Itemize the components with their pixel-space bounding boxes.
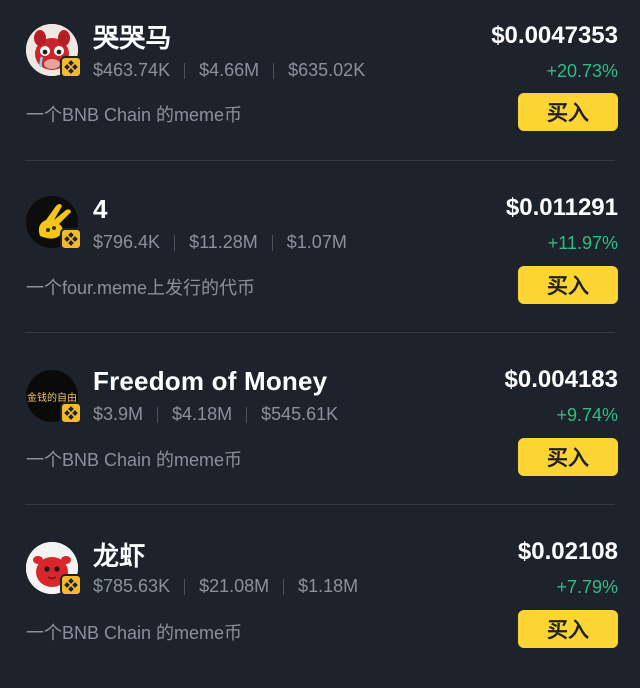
stat-value: $545.61K xyxy=(261,404,339,424)
stat-value: $635.02K xyxy=(288,60,366,80)
token-name: 龙虾 xyxy=(93,541,146,571)
stat-value: $796.4K xyxy=(93,232,161,252)
stat-value: $1.07M xyxy=(286,232,347,252)
token-price: $0.011291 xyxy=(505,194,618,221)
stat-divider xyxy=(271,234,273,251)
row-divider xyxy=(25,160,615,161)
token-stats: $463.74K $4.66M $635.02K xyxy=(93,60,365,81)
token-row[interactable]: 龙虾 $785.63K $21.08M $1.18M 一个BNB Chain 的… xyxy=(0,516,640,688)
buy-button[interactable]: 买入 xyxy=(518,93,618,131)
token-price: $0.004183 xyxy=(504,366,618,393)
price-change: +11.97% xyxy=(547,233,618,253)
price-change: +7.79% xyxy=(556,577,618,597)
row-divider xyxy=(25,332,615,333)
row-divider xyxy=(25,504,615,505)
stat-value: $4.18M xyxy=(172,404,233,424)
token-price: $0.02108 xyxy=(517,538,618,565)
token-description: 一个four.meme上发行的代币 xyxy=(26,278,256,298)
stat-divider xyxy=(246,406,248,423)
stat-value: $3.9M xyxy=(93,404,144,424)
token-list: 哭哭马 $463.74K $4.66M $635.02K 一个BNB Chain… xyxy=(0,0,640,680)
buy-button[interactable]: 买入 xyxy=(518,610,618,648)
stat-value: $21.08M xyxy=(199,576,270,596)
token-stats: $785.63K $21.08M $1.18M xyxy=(93,576,358,597)
price-change: +9.74% xyxy=(556,405,618,425)
stat-value: $463.74K xyxy=(93,60,171,80)
stat-divider xyxy=(174,234,176,251)
stat-value: $11.28M xyxy=(189,232,258,252)
token-stats: $3.9M $4.18M $545.61K xyxy=(93,404,338,425)
token-row[interactable]: 4 $796.4K $11.28M $1.07M 一个four.meme上发行的… xyxy=(0,172,640,344)
stat-divider xyxy=(157,406,159,423)
token-row[interactable]: 哭哭马 $463.74K $4.66M $635.02K 一个BNB Chain… xyxy=(0,0,640,172)
token-description: 一个BNB Chain 的meme币 xyxy=(26,105,243,125)
buy-button[interactable]: 买入 xyxy=(518,266,618,304)
token-price: $0.0047353 xyxy=(491,22,618,49)
stat-divider xyxy=(184,578,186,595)
bnb-chain-badge-icon xyxy=(60,228,82,250)
bnb-chain-badge-icon xyxy=(60,574,82,596)
token-stats: $796.4K $11.28M $1.07M xyxy=(93,232,347,253)
stat-value: $1.18M xyxy=(298,576,359,596)
token-name: Freedom of Money xyxy=(93,366,328,396)
stat-value: $4.66M xyxy=(199,60,260,80)
token-description: 一个BNB Chain 的meme币 xyxy=(26,450,243,470)
bnb-chain-badge-icon xyxy=(60,56,82,78)
price-change: +20.73% xyxy=(546,61,618,81)
stat-divider xyxy=(184,62,186,79)
token-name: 4 xyxy=(93,194,108,224)
stat-value: $785.63K xyxy=(93,576,171,596)
token-row[interactable]: 金钱的自由 Freedom of Money $3.9M $4.18M $545… xyxy=(0,344,640,516)
token-name: 哭哭马 xyxy=(93,23,172,53)
buy-button[interactable]: 买入 xyxy=(518,438,618,476)
bnb-chain-badge-icon xyxy=(60,402,82,424)
token-description: 一个BNB Chain 的meme币 xyxy=(26,623,243,643)
stat-divider xyxy=(273,62,275,79)
stat-divider xyxy=(283,578,285,595)
